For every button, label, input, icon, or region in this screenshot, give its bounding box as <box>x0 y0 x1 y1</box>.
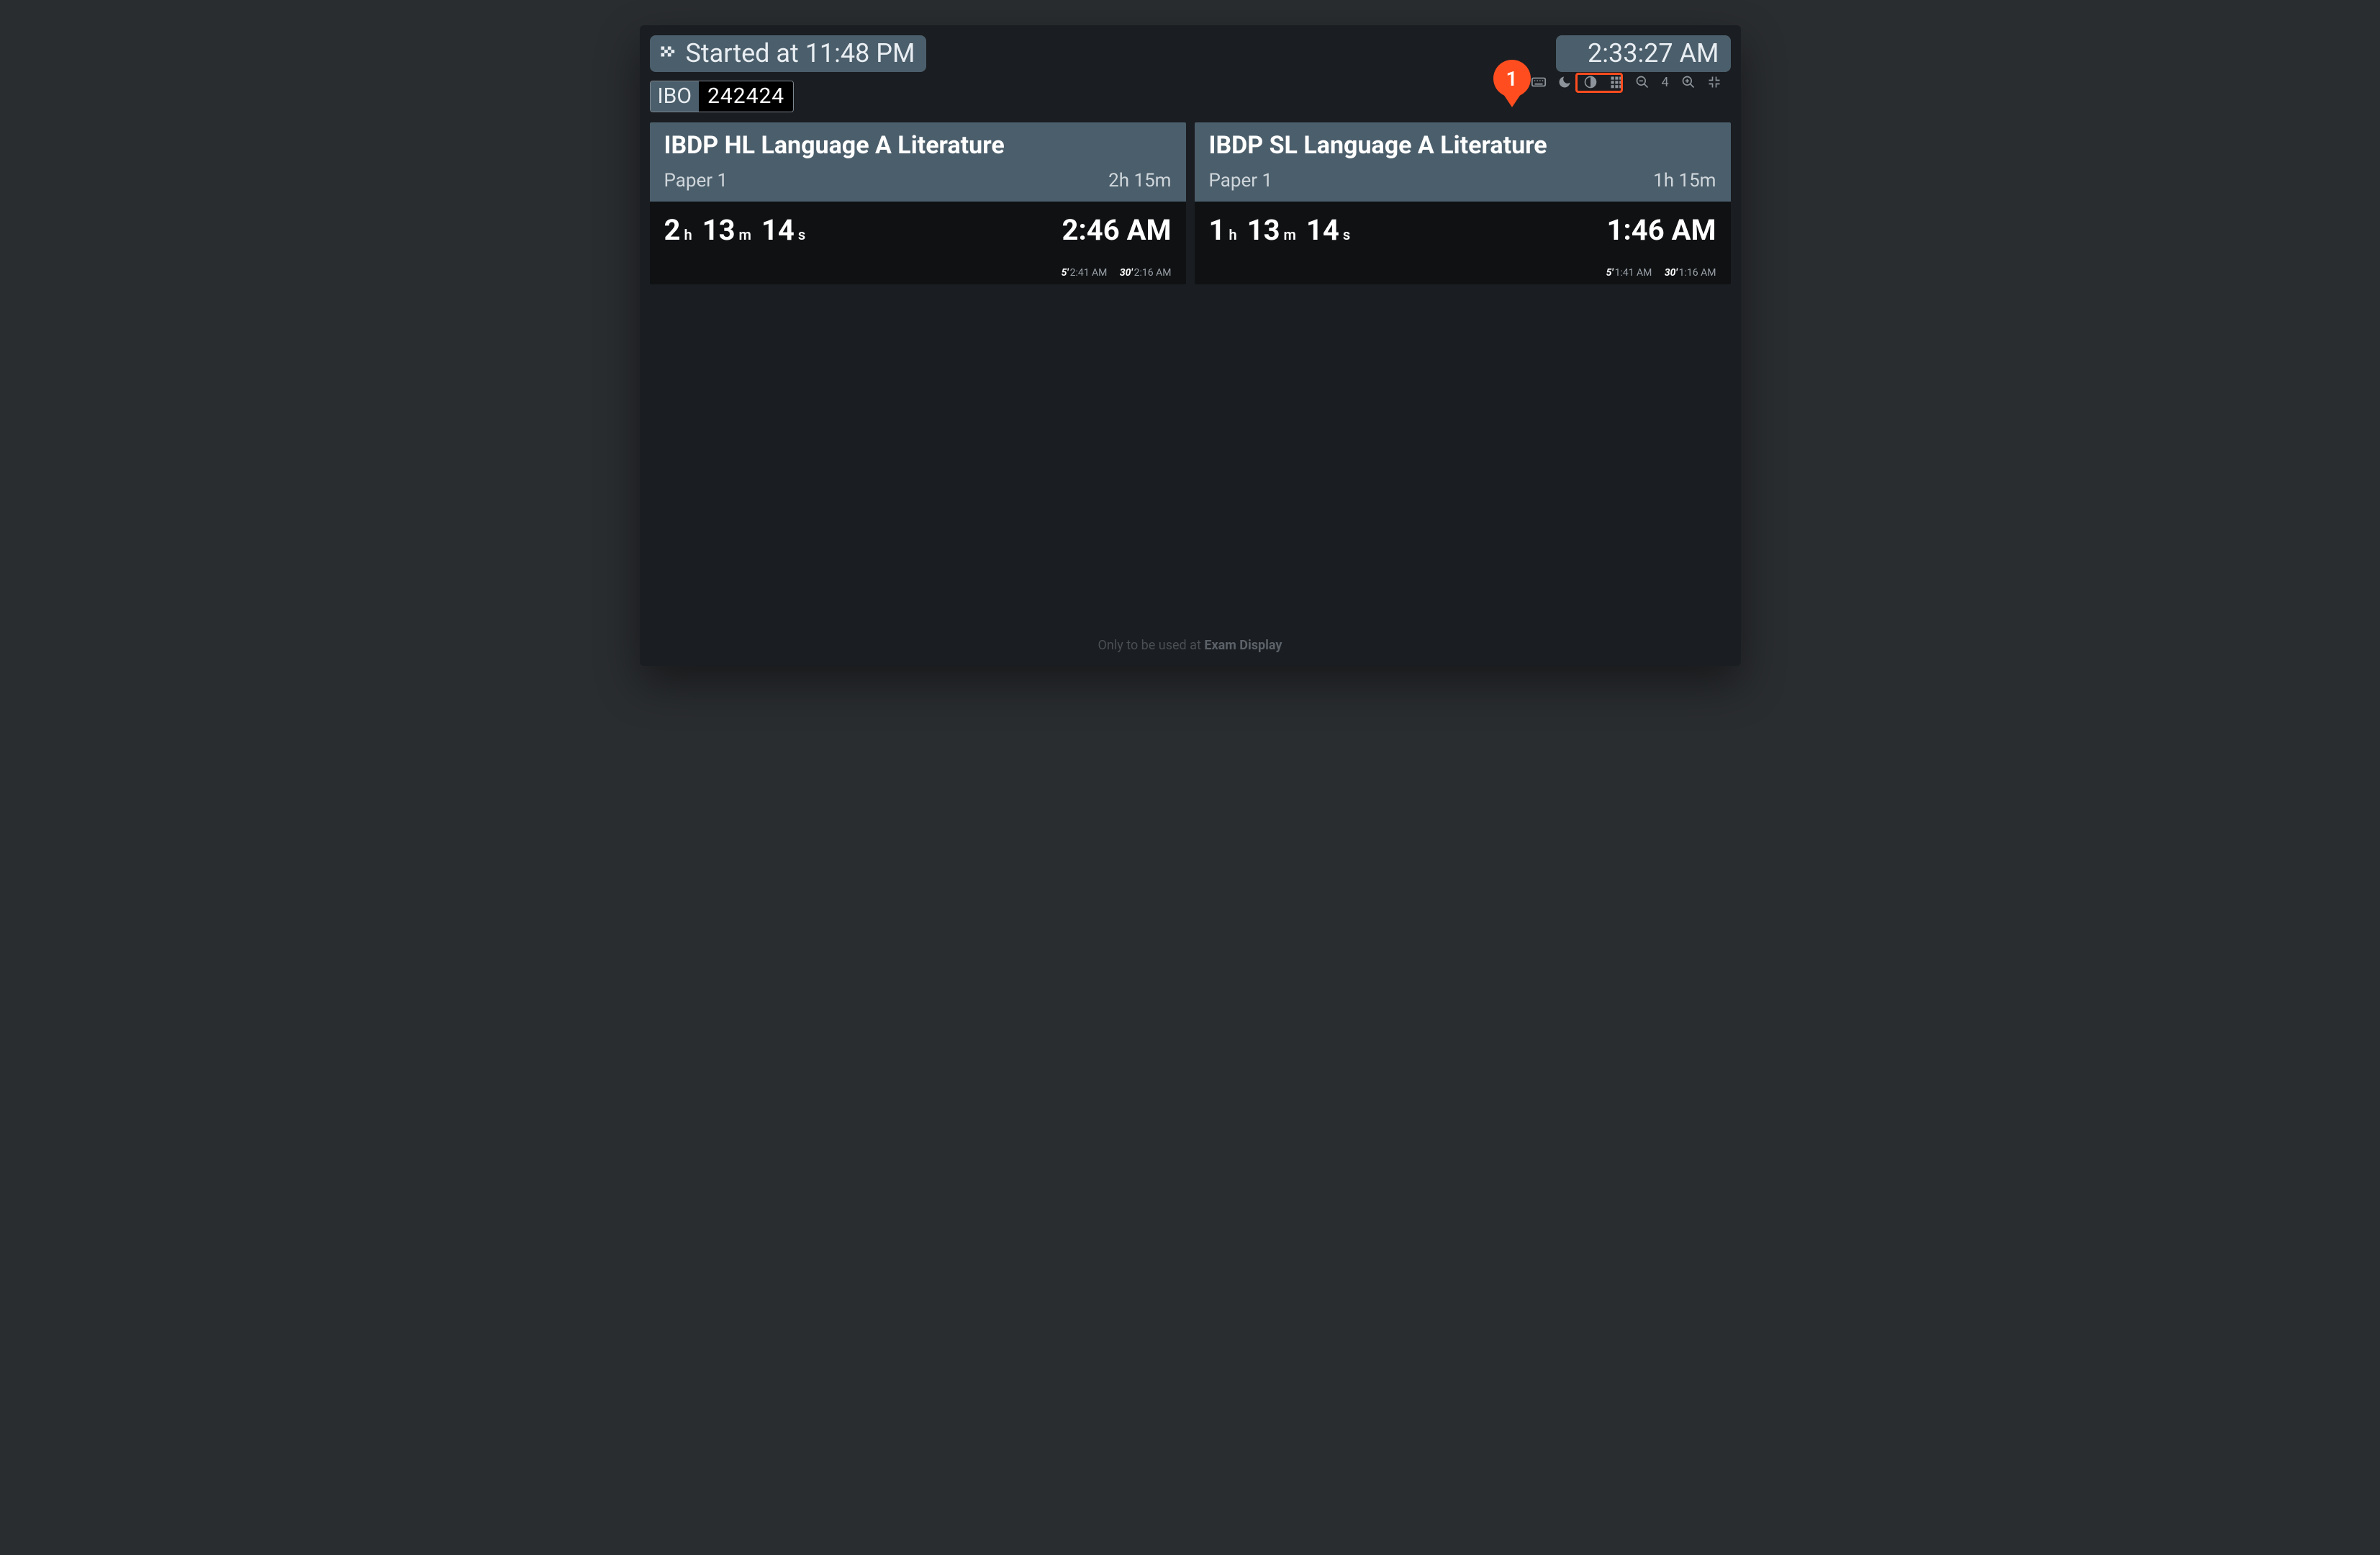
exam-card-hl: IBDP HL Language A Literature Paper 1 2h… <box>650 122 1186 284</box>
zoom-level: 4 <box>1660 75 1670 90</box>
footer-prefix: Only to be used at <box>1098 638 1205 653</box>
started-at-pill: Started at 11:48 PM <box>650 35 927 72</box>
annotation-number: 1 <box>1506 67 1518 91</box>
exam-title: IBDP HL Language A Literature <box>664 131 1172 160</box>
exam-duration: 1h 15m <box>1653 170 1716 191</box>
exam-paper: Paper 1 <box>1209 170 1273 191</box>
annotation-callout: 1 <box>1493 60 1531 97</box>
zoom-out-icon[interactable] <box>1634 74 1650 90</box>
end-time: 1:46 AM <box>1607 213 1716 247</box>
display-toolbar: 4 <box>1531 74 1722 90</box>
keyboard-icon[interactable] <box>1531 74 1547 90</box>
zoom-in-icon[interactable] <box>1680 74 1696 90</box>
exam-duration: 2h 15m <box>1108 170 1171 191</box>
exam-cards: IBDP HL Language A Literature Paper 1 2h… <box>650 122 1731 284</box>
annotation-bubble: 1 <box>1493 60 1531 97</box>
time-remaining: 2h 13m 14s <box>664 213 806 247</box>
grid-icon[interactable] <box>1608 74 1624 90</box>
time-markers: 5'1:41 AM 30'1:16 AM <box>1209 267 1716 279</box>
time-markers: 5'2:41 AM 30'2:16 AM <box>664 267 1172 279</box>
dark-mode-icon[interactable] <box>1557 74 1573 90</box>
contrast-icon[interactable] <box>1583 74 1598 90</box>
top-bar: Started at 11:48 PM 2:33:27 AM <box>650 35 1731 72</box>
exit-fullscreen-icon[interactable] <box>1706 74 1722 90</box>
exam-card-sl: IBDP SL Language A Literature Paper 1 1h… <box>1195 122 1731 284</box>
flag-icon <box>659 44 679 64</box>
exam-card-head: IBDP HL Language A Literature Paper 1 2h… <box>650 122 1186 202</box>
exam-paper: Paper 1 <box>664 170 728 191</box>
exam-title: IBDP SL Language A Literature <box>1209 131 1716 160</box>
exam-card-head: IBDP SL Language A Literature Paper 1 1h… <box>1195 122 1731 202</box>
footer-brand: Exam Display <box>1204 638 1282 653</box>
center-code-box: IBO 242424 <box>650 81 795 112</box>
center-code-label: IBO <box>651 81 700 112</box>
footer: Only to be used at Exam Display <box>650 628 1731 666</box>
exam-display-panel: Started at 11:48 PM 2:33:27 AM IBO 24242… <box>640 25 1741 666</box>
started-at-text: Started at 11:48 PM <box>686 38 915 69</box>
center-code-value: 242424 <box>699 81 793 112</box>
end-time: 2:46 AM <box>1062 213 1172 247</box>
clock-text: 2:33:27 AM <box>1588 38 1719 69</box>
time-remaining: 1h 13m 14s <box>1209 213 1351 247</box>
clock-pill: 2:33:27 AM <box>1556 35 1730 72</box>
